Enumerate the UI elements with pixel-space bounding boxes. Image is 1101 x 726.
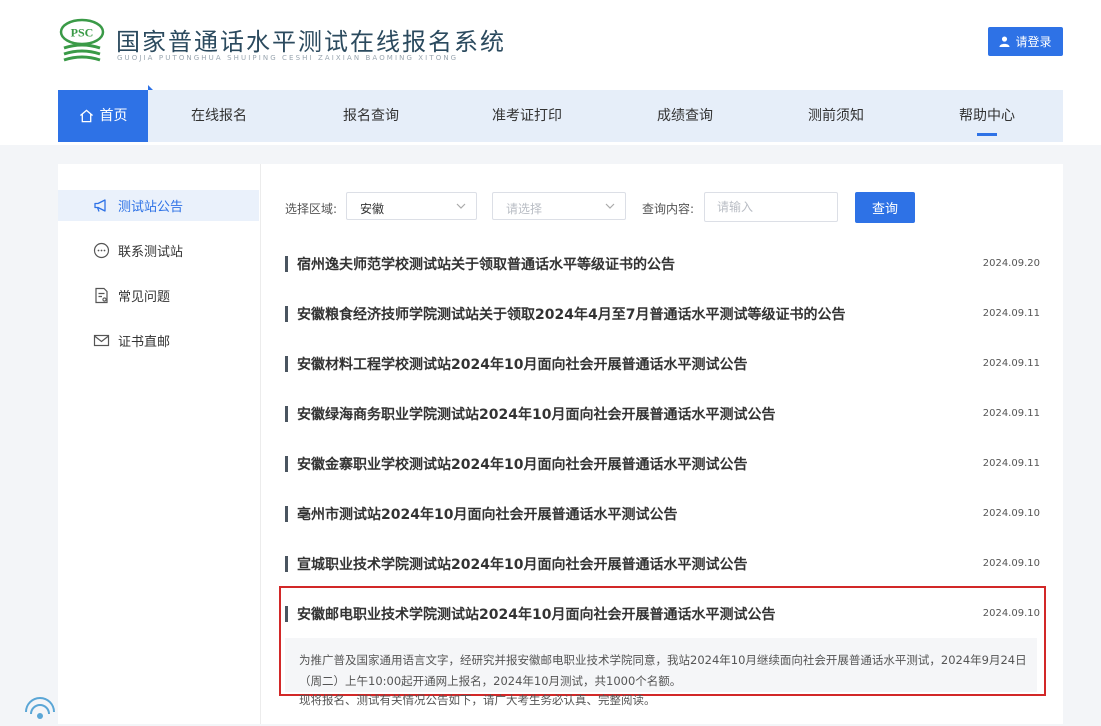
notice-marker xyxy=(285,556,288,572)
notice-item[interactable]: 亳州市测试站2024年10月面向社会开展普通话水平测试公告 2024.09.10 xyxy=(285,489,1045,539)
notice-title: 亳州市测试站2024年10月面向社会开展普通话水平测试公告 xyxy=(297,507,678,523)
home-icon xyxy=(79,109,93,123)
content-search-input[interactable] xyxy=(704,192,838,222)
notice-title: 宿州逸夫师范学校测试站关于领取普通话水平等级证书的公告 xyxy=(297,257,675,273)
notice-title: 安徽粮食经济技师学院测试站关于领取2024年4月至7月普通话水平测试等级证书的公… xyxy=(297,307,846,323)
notice-date: 2024.09.11 xyxy=(982,458,1040,469)
notice-date: 2024.09.11 xyxy=(982,408,1040,419)
notice-date: 2024.09.20 xyxy=(982,258,1040,269)
mail-icon xyxy=(93,334,110,347)
content-label: 查询内容: xyxy=(642,202,695,216)
nav-item-admission-ticket[interactable]: 准考证打印 xyxy=(464,90,590,142)
notice-item[interactable]: 安徽材料工程学校测试站2024年10月面向社会开展普通话水平测试公告 2024.0… xyxy=(285,339,1045,389)
floating-service-icon[interactable] xyxy=(22,690,58,726)
notice-marker xyxy=(285,306,288,322)
sidebar-item-label: 证书直邮 xyxy=(118,335,171,350)
site-subtitle: GUOJIA PUTONGHUA SHUIPING CESHI ZAIXIAN … xyxy=(117,54,459,62)
nav-item-registration-query[interactable]: 报名查询 xyxy=(308,90,434,142)
sidebar-item-label: 联系测试站 xyxy=(118,245,184,260)
active-underline xyxy=(977,133,997,136)
main-nav: 首页 在线报名 报名查询 准考证打印 成绩查询 测前须知 帮助中心 xyxy=(58,85,1063,142)
nav-item-online-registration[interactable]: 在线报名 xyxy=(156,90,282,142)
region-select-value: 安徽 xyxy=(360,202,385,216)
sidebar-item-label: 测试站公告 xyxy=(118,200,184,215)
notice-item[interactable]: 安徽金寨职业学校测试站2024年10月面向社会开展普通话水平测试公告 2024.0… xyxy=(285,439,1045,489)
document-icon xyxy=(95,287,108,304)
notice-date: 2024.09.11 xyxy=(982,308,1040,319)
query-button[interactable]: 查询 xyxy=(855,192,915,223)
sidebar-item-certificate-mail[interactable]: 证书直邮 xyxy=(58,325,259,356)
notice-marker xyxy=(285,406,288,422)
notice-summary: 为推广普及国家通用语言文字，经研究并报安徽邮电职业技术学院同意，我站2024年1… xyxy=(285,638,1037,692)
sidebar-item-station-notices[interactable]: 测试站公告 xyxy=(58,190,259,221)
login-button[interactable]: 请登录 xyxy=(988,27,1063,56)
sidebar-item-label: 常见问题 xyxy=(118,290,171,305)
psc-logo: PSC xyxy=(59,18,105,62)
notice-item[interactable]: 安徽粮食经济技师学院测试站关于领取2024年4月至7月普通话水平测试等级证书的公… xyxy=(285,289,1045,339)
nav-item-pretest-notice[interactable]: 测前须知 xyxy=(773,90,899,142)
subregion-select-placeholder: 请选择 xyxy=(506,202,543,216)
region-select[interactable]: 安徽 xyxy=(346,192,477,220)
notice-marker xyxy=(285,456,288,472)
notice-item[interactable]: 安徽绿海商务职业学院测试站2024年10月面向社会开展普通话水平测试公告 2024… xyxy=(285,389,1045,439)
sidebar-item-faq[interactable]: 常见问题 xyxy=(58,280,259,311)
subregion-select[interactable]: 请选择 xyxy=(492,192,626,220)
chat-icon xyxy=(93,242,110,259)
login-label: 请登录 xyxy=(1015,35,1052,49)
notice-title: 安徽金寨职业学校测试站2024年10月面向社会开展普通话水平测试公告 xyxy=(297,457,748,473)
notice-title: 宣城职业技术学院测试站2024年10月面向社会开展普通话水平测试公告 xyxy=(297,557,748,573)
notice-item[interactable]: 宣城职业技术学院测试站2024年10月面向社会开展普通话水平测试公告 2024.0… xyxy=(285,539,1045,589)
notice-summary-cutoff: 现将报名、测试有关情况公告如下，请广大考生务必认真、完整阅读。 xyxy=(299,693,656,707)
sidebar-item-contact-station[interactable]: 联系测试站 xyxy=(58,235,259,266)
site-title: 国家普通话水平测试在线报名系统 xyxy=(116,28,506,56)
user-icon xyxy=(999,36,1011,47)
filter-bar: 选择区域: 安徽 请选择 查询内容: 查询 xyxy=(285,192,1045,223)
notice-marker xyxy=(285,356,288,372)
region-label: 选择区域: xyxy=(285,202,338,216)
nav-item-score-query[interactable]: 成绩查询 xyxy=(622,90,748,142)
notice-title: 安徽材料工程学校测试站2024年10月面向社会开展普通话水平测试公告 xyxy=(297,357,748,373)
notice-date: 2024.09.10 xyxy=(982,508,1040,519)
notice-item[interactable]: 宿州逸夫师范学校测试站关于领取普通话水平等级证书的公告 2024.09.20 xyxy=(285,239,1045,289)
megaphone-icon xyxy=(94,199,106,212)
notice-date: 2024.09.10 xyxy=(982,558,1040,569)
notice-summary-text: 为推广普及国家通用语言文字，经研究并报安徽邮电职业技术学院同意，我站2024年1… xyxy=(299,653,1027,688)
nav-label-home: 首页 xyxy=(99,108,128,124)
notice-marker xyxy=(285,256,288,272)
sidebar: 测试站公告 联系测试站 常见问题 证书直邮 xyxy=(58,164,261,724)
chevron-down-icon xyxy=(456,203,466,209)
nav-label-help-center: 帮助中心 xyxy=(959,108,1015,124)
chevron-down-icon xyxy=(605,203,615,209)
notice-title: 安徽绿海商务职业学院测试站2024年10月面向社会开展普通话水平测试公告 xyxy=(297,407,776,423)
nav-item-home[interactable]: 首页 xyxy=(58,85,153,142)
notice-date: 2024.09.11 xyxy=(982,358,1040,369)
notice-marker xyxy=(285,506,288,522)
logo-text: PSC xyxy=(71,26,94,40)
nav-item-help-center[interactable]: 帮助中心 xyxy=(924,90,1050,142)
